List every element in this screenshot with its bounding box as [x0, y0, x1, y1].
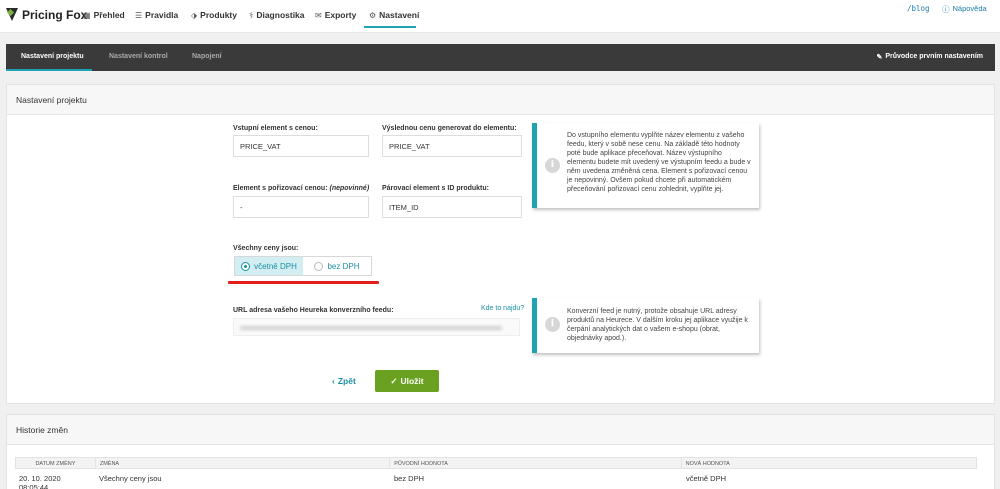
- purchase-price-field[interactable]: -: [233, 196, 369, 218]
- info-icon: i: [545, 317, 560, 332]
- input-element-label: Vstupní element s cenou:: [233, 125, 318, 132]
- info-icon: i: [545, 158, 560, 173]
- vat-radio-group: včetně DPH bez DPH: [234, 256, 372, 276]
- input-element-field[interactable]: PRICE_VAT: [233, 135, 369, 157]
- output-element-label: Výslednou cenu generovat do elementu:: [382, 125, 517, 132]
- column-header-change: Změna: [96, 458, 391, 468]
- history-table: Datum změny Změna Původní hodnota Nová h…: [15, 457, 977, 489]
- question-circle-icon: ⓘ: [942, 5, 950, 14]
- nav-item-produkty[interactable]: ⬗ Produkty: [191, 10, 237, 20]
- list-icon: ☰: [135, 10, 143, 20]
- history-title: Historie změn: [7, 415, 994, 445]
- logo[interactable]: Pricing Fox: [6, 8, 87, 22]
- cell-old-value: bez DPH: [394, 474, 425, 483]
- radio-checked-icon: [241, 261, 251, 271]
- logo-text: Pricing Fox: [22, 8, 88, 22]
- heureka-feed-label: URL adresa vašeho Heureka konverzního fe…: [233, 307, 394, 314]
- top-navbar: Pricing Fox ▦ Přehled ☰ Pravidla ⬗ Produkty…: [0, 0, 1000, 33]
- envelope-icon: ✉: [315, 10, 322, 20]
- cell-change: Všechny ceny jsou: [99, 474, 162, 483]
- cell-new-value: včetně DPH: [686, 474, 727, 483]
- check-icon: ✓: [390, 375, 398, 386]
- wizard-button[interactable]: ✎ Průvodce prvním nastavením: [876, 53, 983, 61]
- vat-option-excl[interactable]: bez DPH: [303, 257, 371, 275]
- radio-unchecked-icon: [314, 261, 324, 271]
- stethoscope-icon: ⚕: [249, 10, 254, 20]
- column-header-date: Datum změny: [16, 458, 96, 468]
- save-button[interactable]: ✓ Uložit: [375, 370, 439, 392]
- panel-title: Nastavení projektu: [7, 85, 994, 115]
- info-box-elements: i Do vstupního elementu vyplňte název el…: [532, 123, 759, 208]
- column-header-old-value: Původní hodnota: [390, 458, 682, 468]
- nav-item-exporty[interactable]: ✉ Exporty: [315, 10, 356, 20]
- fox-logo-icon: [6, 8, 18, 22]
- info-text-elements: Do vstupního elementu vyplňte název elem…: [567, 132, 751, 193]
- table-row: 20. 10. 2020 08:05:44 Všechny ceny jsou …: [15, 469, 977, 489]
- where-to-find-link[interactable]: Kde to najdu?: [481, 305, 524, 312]
- vat-label: Všechny ceny jsou:: [233, 245, 299, 252]
- project-settings-panel: Nastavení projektu: [6, 84, 995, 404]
- info-box-heureka: i Konverzní feed je nutný, protože obsah…: [532, 298, 759, 353]
- tab-active-indicator: [6, 69, 92, 71]
- pairing-element-label: Párovací element s ID produktu:: [382, 185, 489, 192]
- heureka-feed-field[interactable]: [233, 318, 520, 336]
- nav-item-pravidla[interactable]: ☰ Pravidla: [135, 10, 178, 20]
- magic-wand-icon: ✎: [876, 54, 883, 61]
- settings-tab-bar: Nastavení projektu Nastavení kontrol Nap…: [6, 44, 995, 71]
- nav-item-prehled[interactable]: ▦ Přehled: [83, 10, 125, 20]
- tab-nastaveni-kontrol[interactable]: Nastavení kontrol: [109, 53, 168, 60]
- back-button[interactable]: ‹ Zpět: [332, 376, 356, 386]
- nav-item-nastaveni[interactable]: ⚙ Nastavení: [369, 10, 419, 20]
- pairing-element-field[interactable]: ITEM_ID: [382, 196, 522, 218]
- tab-napojeni[interactable]: Napojení: [192, 53, 222, 60]
- info-text-heureka: Konverzní feed je nutný, protože obsahuj…: [567, 308, 748, 342]
- chevron-left-icon: ‹: [332, 376, 335, 386]
- nav-item-diagnostika[interactable]: ⚕ Diagnostika: [249, 10, 305, 20]
- help-link[interactable]: ⓘ Nápověda: [942, 4, 987, 15]
- blog-link[interactable]: /blog: [907, 4, 930, 13]
- tags-icon: ⬗: [191, 10, 198, 20]
- column-header-new-value: Nová hodnota: [685, 461, 730, 467]
- vat-option-incl[interactable]: včetně DPH: [235, 257, 303, 275]
- nav-active-indicator: [364, 26, 416, 28]
- gear-icon: ⚙: [369, 10, 377, 20]
- output-element-field[interactable]: PRICE_VAT: [382, 135, 522, 157]
- red-highlight-underline: [228, 281, 379, 284]
- purchase-price-label: Element s pořizovací cenou: (nepovinné): [233, 185, 370, 192]
- table-header: Datum změny Změna Původní hodnota Nová h…: [15, 457, 977, 469]
- tab-nastaveni-projektu[interactable]: Nastavení projektu: [21, 53, 84, 60]
- chart-icon: ▦: [83, 10, 91, 20]
- cell-date: 20. 10. 2020 08:05:44: [19, 474, 61, 489]
